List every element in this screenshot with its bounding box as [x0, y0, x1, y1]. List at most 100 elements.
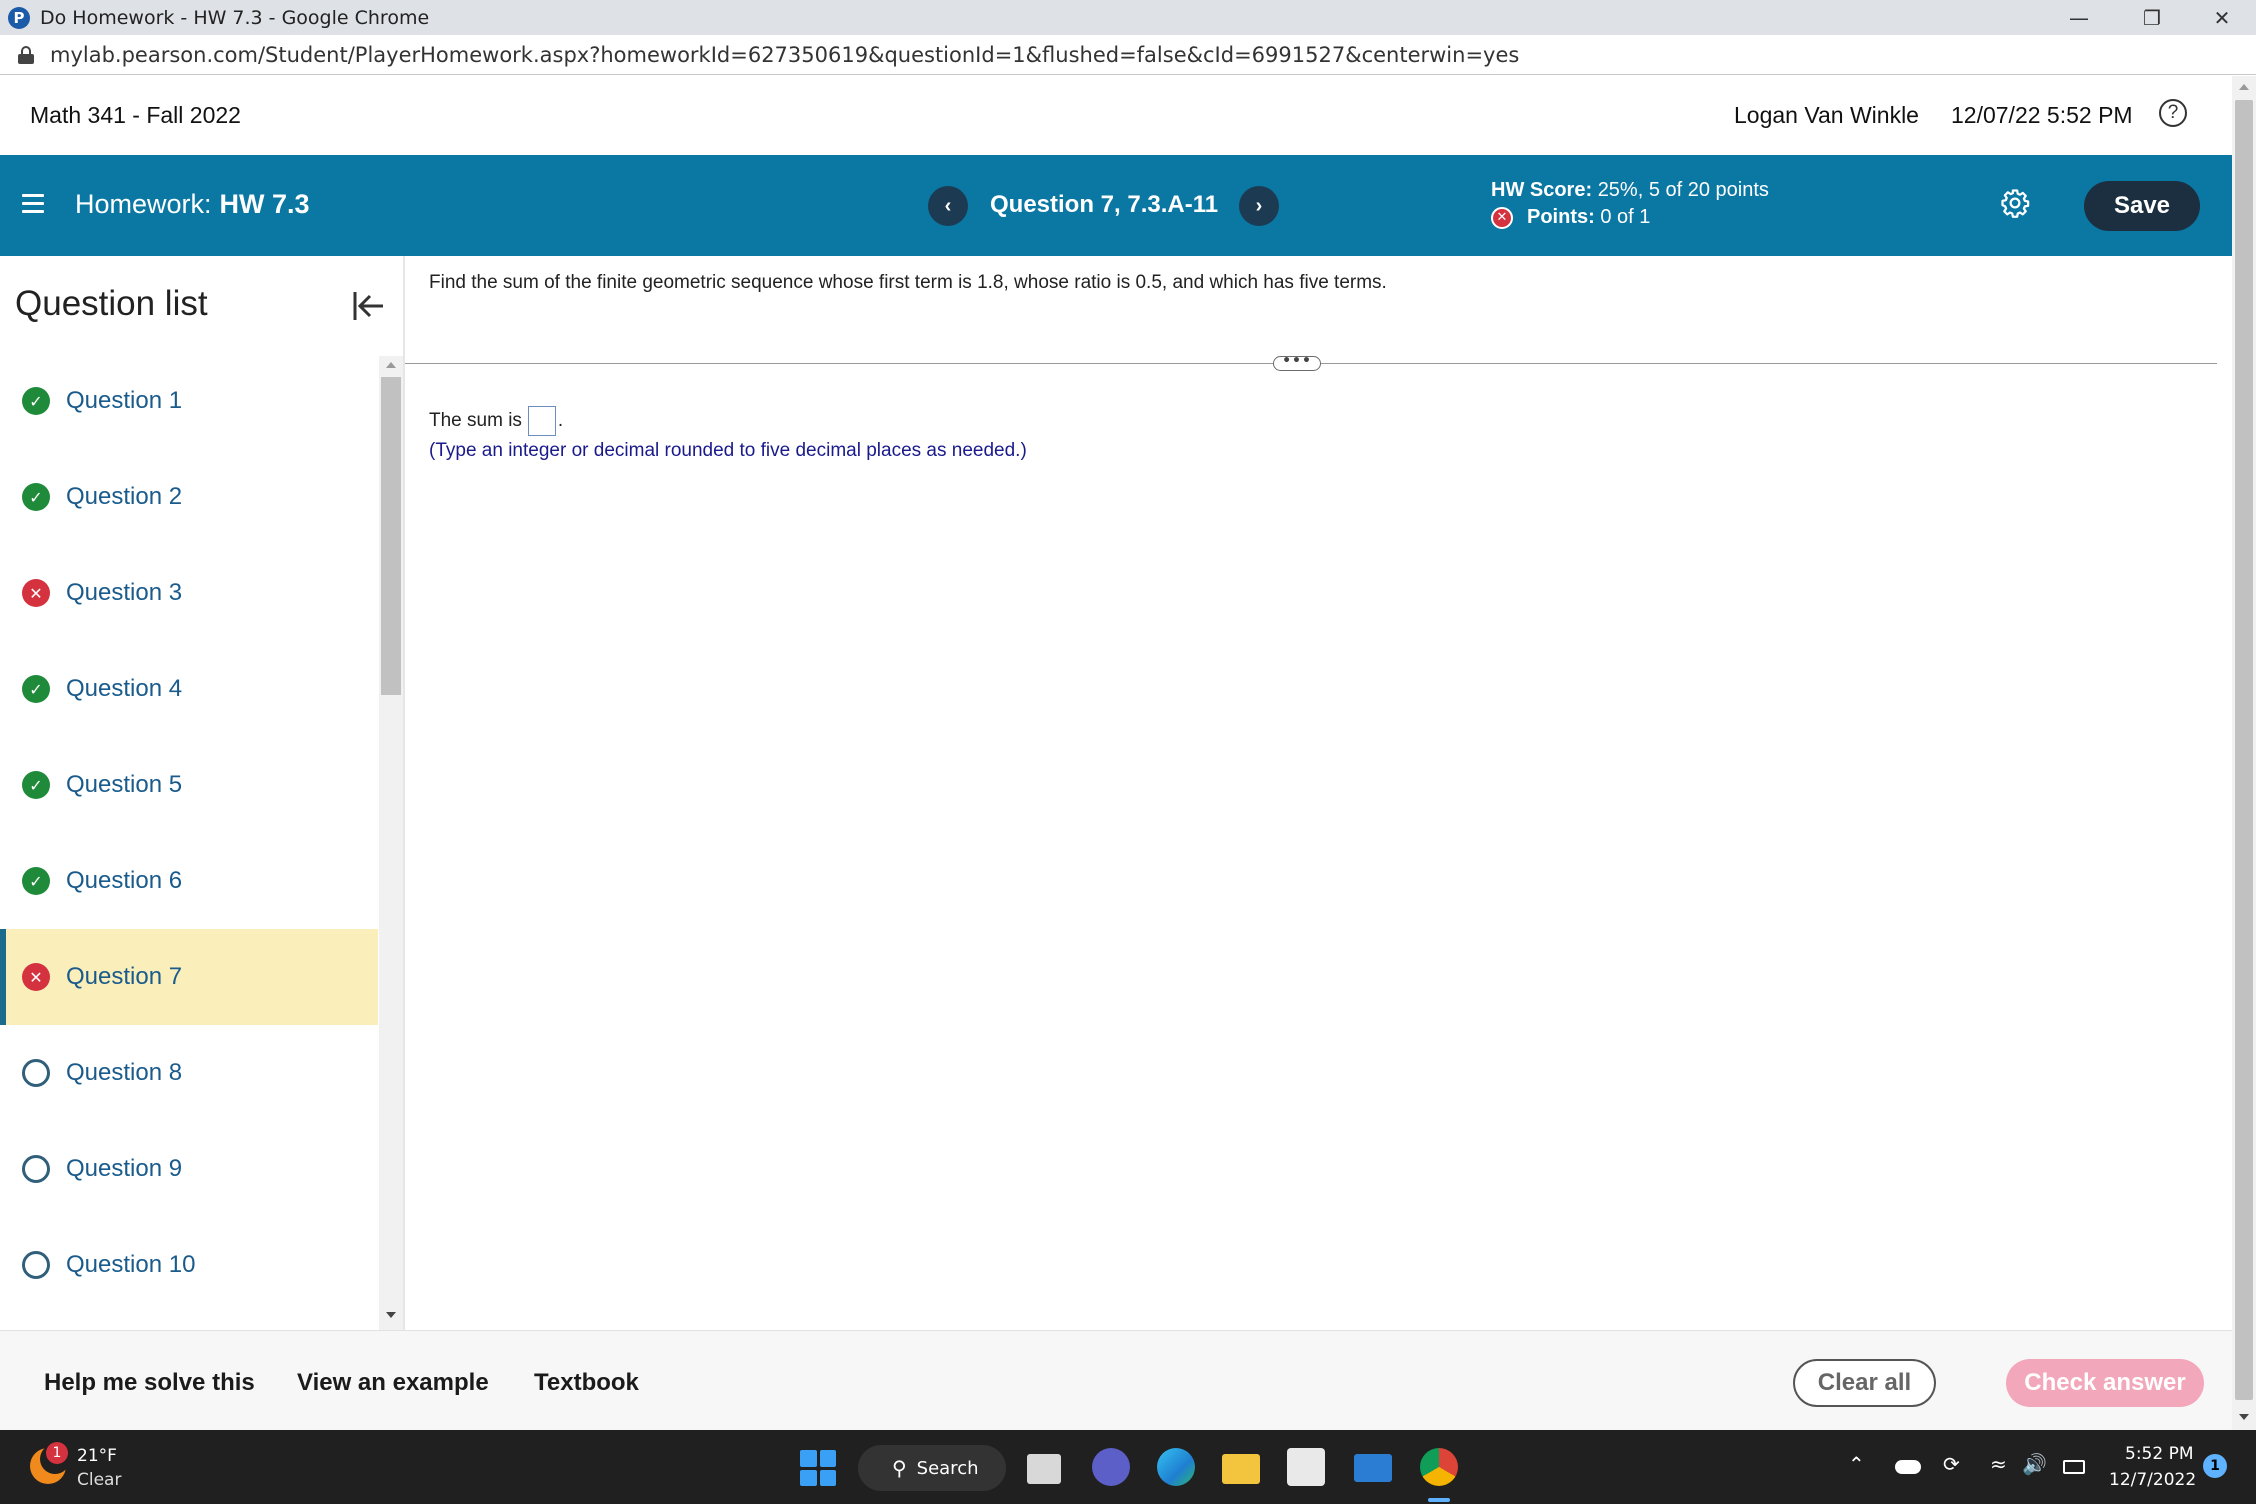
address-bar[interactable]: mylab.pearson.com/Student/PlayerHomework… — [0, 35, 2256, 75]
mail-icon[interactable] — [1354, 1454, 1392, 1482]
question-list-label: Question 4 — [66, 675, 183, 702]
file-explorer-icon[interactable] — [1222, 1454, 1260, 1484]
check-answer-button[interactable]: Check answer — [2006, 1359, 2204, 1407]
answer-suffix: . — [557, 410, 564, 431]
divider-resize-handle[interactable]: ••• — [1273, 354, 1321, 371]
x-circle-icon: ✕ — [22, 579, 50, 607]
user-name[interactable]: Logan Van Winkle — [1734, 102, 1919, 129]
save-button[interactable]: Save — [2084, 181, 2200, 231]
scroll-up-icon[interactable] — [2239, 84, 2249, 90]
view-example-button[interactable]: View an example — [297, 1369, 489, 1397]
question-list-label: Question 2 — [66, 483, 183, 510]
settings-gear-icon[interactable] — [2000, 188, 2030, 218]
minimize-icon[interactable]: — — [2045, 0, 2113, 35]
taskbar-search-label: Search — [916, 1457, 979, 1479]
taskbar-clock-date[interactable]: 12/7/2022 — [2109, 1470, 2196, 1490]
scroll-up-icon[interactable] — [386, 362, 396, 368]
question-list-item-7[interactable]: ✕ Question 7 — [0, 929, 378, 1025]
question-list-item-5[interactable]: ✓ Question 5 — [0, 737, 378, 833]
volume-icon[interactable]: 🔊 — [2022, 1452, 2047, 1476]
help-me-solve-button[interactable]: Help me solve this — [44, 1369, 255, 1397]
next-question-button[interactable]: › — [1239, 186, 1279, 226]
check-circle-icon: ✓ — [22, 675, 50, 703]
url-text[interactable]: mylab.pearson.com/Student/PlayerHomework… — [50, 43, 1519, 67]
answer-format-hint: (Type an integer or decimal rounded to f… — [429, 440, 1027, 461]
question-list-item-4[interactable]: ✓ Question 4 — [0, 641, 378, 737]
windows-start-icon[interactable] — [800, 1450, 836, 1486]
hw-score-value: 25%, 5 of 20 points — [1597, 179, 1769, 201]
question-identifier: Question 7, 7.3.A-11 — [990, 191, 1219, 218]
battery-icon[interactable] — [2063, 1460, 2085, 1474]
question-list-item-6[interactable]: ✓ Question 6 — [0, 833, 378, 929]
homework-title: Homework: HW 7.3 — [75, 189, 310, 220]
question-list-label: Question 10 — [66, 1251, 196, 1278]
page-scrollbar-thumb[interactable] — [2235, 100, 2253, 1400]
notification-badge-icon[interactable]: 1 — [2203, 1454, 2227, 1478]
question-list-label: Question 6 — [66, 867, 183, 894]
textbook-button[interactable]: Textbook — [534, 1369, 639, 1397]
check-circle-icon: ✓ — [22, 771, 50, 799]
weather-condition[interactable]: Clear — [77, 1470, 121, 1490]
scroll-down-icon[interactable] — [2239, 1414, 2249, 1420]
question-list-item-10[interactable]: Question 10 — [0, 1217, 378, 1313]
question-list-label: Question 5 — [66, 771, 183, 798]
question-list-title: Question list — [15, 284, 208, 323]
homework-toolbar: Homework: HW 7.3 ‹ Question 7, 7.3.A-11 ›… — [0, 155, 2232, 256]
question-list-item-1[interactable]: ✓ Question 1 — [0, 353, 378, 449]
taskbar-clock-time[interactable]: 5:52 PM — [2125, 1444, 2194, 1464]
question-list-label: Question 1 — [66, 387, 183, 414]
action-bar: Help me solve this View an example Textb… — [0, 1330, 2232, 1430]
check-circle-icon: ✓ — [22, 483, 50, 511]
points-value: 0 of 1 — [1600, 206, 1651, 228]
help-icon[interactable]: ? — [2159, 99, 2187, 127]
course-header: Math 341 - Fall 2022 Logan Van Winkle 12… — [0, 76, 2232, 155]
check-circle-icon: ✓ — [22, 387, 50, 415]
task-view-icon[interactable] — [1027, 1454, 1061, 1484]
question-list-label: Question 7 — [66, 963, 183, 990]
question-list-item-9[interactable]: Question 9 — [0, 1121, 378, 1217]
chrome-browser-icon[interactable] — [1420, 1448, 1458, 1486]
question-points: ✕ Points: 0 of 1 — [1491, 206, 1650, 229]
question-list-label: Question 9 — [66, 1155, 183, 1182]
restore-icon[interactable]: ❐ — [2118, 0, 2186, 35]
page-scrollbar[interactable] — [2232, 76, 2256, 1430]
question-list-scrollbar[interactable] — [379, 356, 403, 1331]
teams-chat-icon[interactable] — [1092, 1448, 1130, 1486]
close-icon[interactable]: ✕ — [2188, 0, 2256, 35]
sum-answer-input[interactable] — [527, 406, 556, 436]
question-list-item-2[interactable]: ✓ Question 2 — [0, 449, 378, 545]
empty-circle-icon — [22, 1059, 50, 1087]
check-circle-icon: ✓ — [22, 867, 50, 895]
hw-score: HW Score: 25%, 5 of 20 points — [1491, 179, 1769, 202]
current-datetime: 12/07/22 5:52 PM — [1951, 102, 2133, 128]
homework-name: HW 7.3 — [219, 189, 310, 219]
scrollbar-thumb[interactable] — [381, 377, 401, 695]
windows-taskbar: 1 21°F Clear ⚲ Search ⌃ ⟳ ≈ 🔊 5:52 PM 12… — [0, 1430, 2256, 1504]
weather-alert-badge: 1 — [46, 1442, 68, 1464]
question-list-panel: Question list ✓ Question 1 ✓ Question 2 … — [0, 256, 383, 1330]
menu-icon[interactable] — [22, 194, 44, 214]
taskbar-search-button[interactable]: ⚲ Search — [858, 1445, 1006, 1491]
empty-circle-icon — [22, 1251, 50, 1279]
incorrect-icon: ✕ — [1491, 206, 1513, 229]
question-prompt: Find the sum of the finite geometric seq… — [429, 272, 1387, 293]
question-list-label: Question 3 — [66, 579, 183, 606]
scroll-down-icon[interactable] — [386, 1312, 396, 1318]
points-label: Points: — [1527, 206, 1595, 228]
onedrive-cloud-icon[interactable] — [1895, 1460, 1921, 1474]
wifi-icon[interactable]: ≈ — [1990, 1452, 2007, 1476]
show-hidden-icons-chevron-icon[interactable]: ⌃ — [1848, 1452, 1865, 1476]
sync-icon[interactable]: ⟳ — [1943, 1452, 1960, 1476]
previous-question-button[interactable]: ‹ — [928, 186, 968, 226]
question-list-item-3[interactable]: ✕ Question 3 — [0, 545, 378, 641]
homework-prefix: Homework: — [75, 189, 212, 219]
weather-temperature[interactable]: 21°F — [77, 1446, 117, 1466]
microsoft-store-icon[interactable] — [1287, 1448, 1325, 1486]
window-title: Do Homework - HW 7.3 - Google Chrome — [40, 6, 430, 29]
x-circle-icon: ✕ — [22, 963, 50, 991]
clear-all-button[interactable]: Clear all — [1793, 1359, 1936, 1407]
edge-browser-icon[interactable] — [1157, 1448, 1195, 1486]
question-list-item-8[interactable]: Question 8 — [0, 1025, 378, 1121]
collapse-panel-icon[interactable] — [351, 288, 387, 324]
active-app-indicator — [1428, 1498, 1450, 1502]
